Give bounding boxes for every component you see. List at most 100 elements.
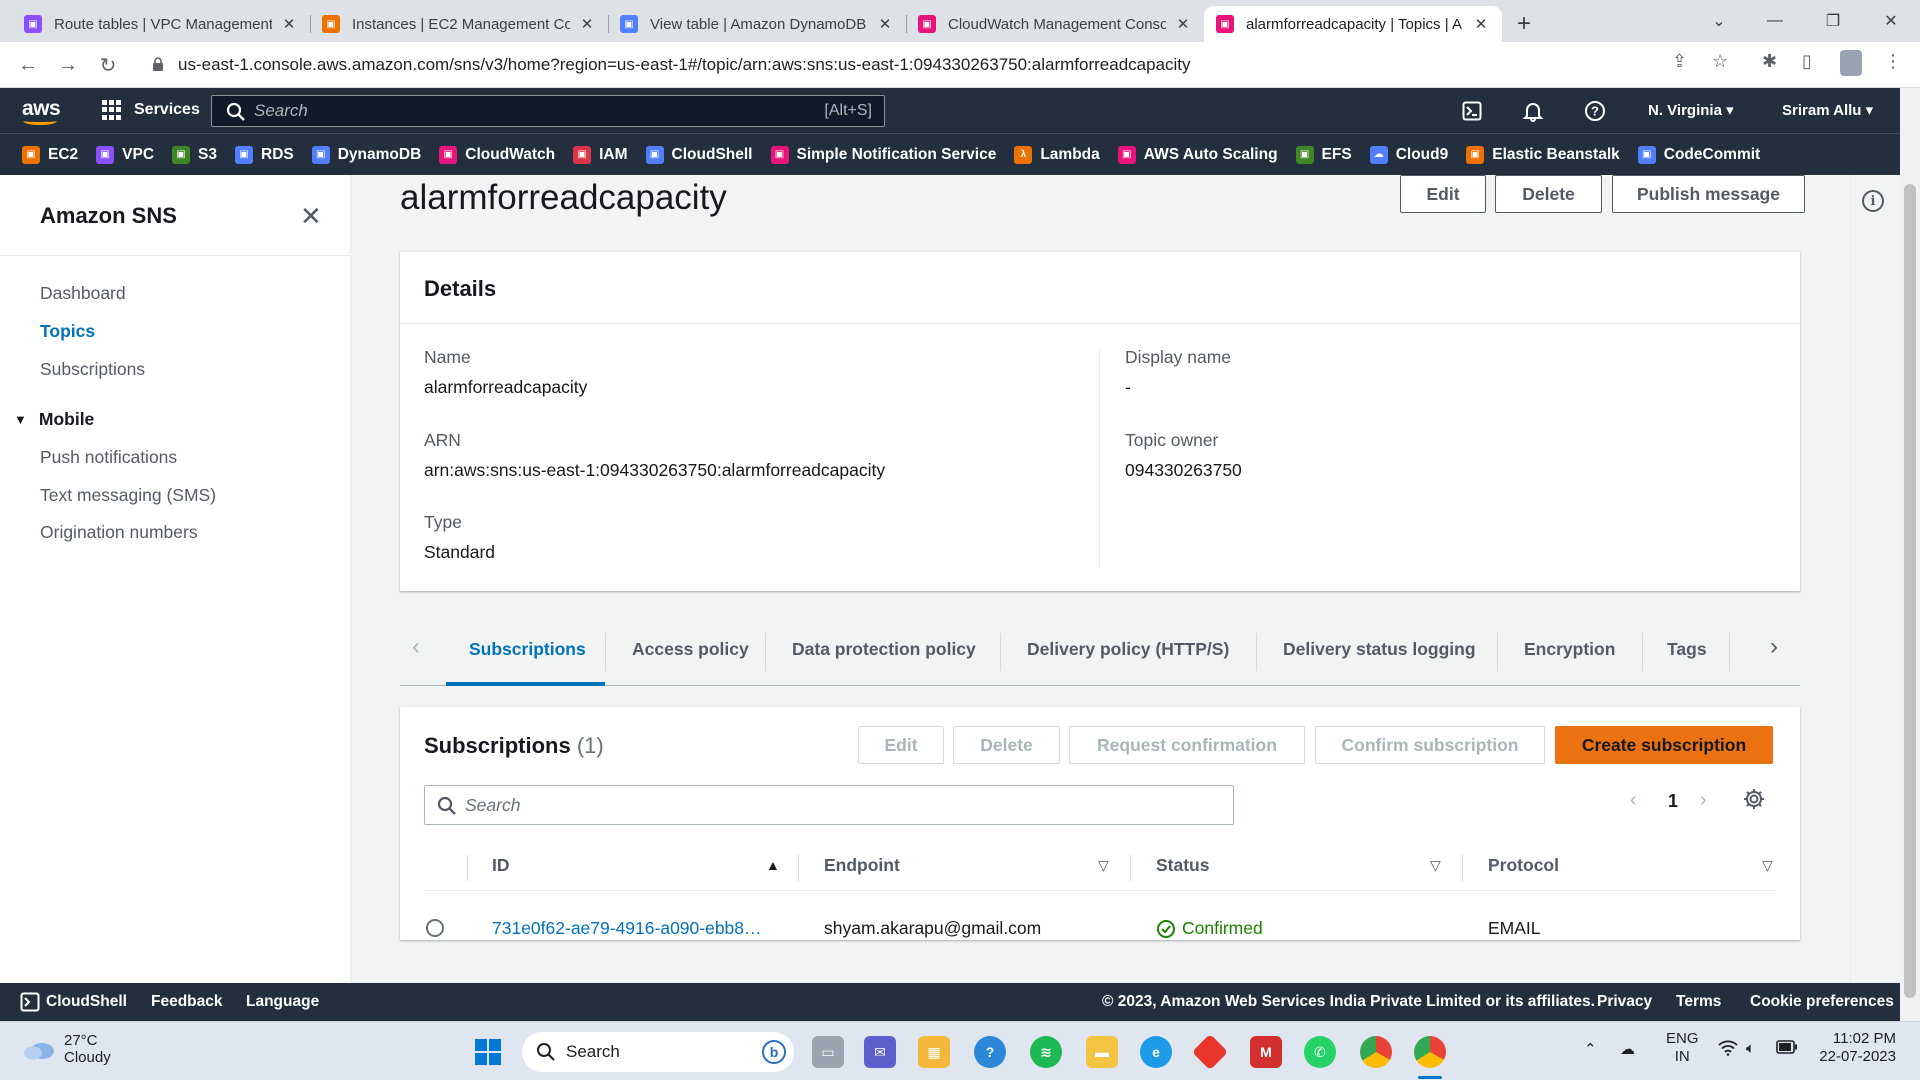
task-view-icon[interactable]: ▭ [812,1036,844,1068]
tab-data-protection-policy[interactable]: Data protection policy [792,639,976,660]
cloudshell-footer-icon[interactable] [20,992,40,1017]
file-explorer-icon[interactable]: ▬ [1086,1036,1118,1068]
tab-encryption[interactable]: Encryption [1524,639,1615,660]
page-scrollbar[interactable] [1900,88,1920,1021]
battery-icon[interactable] [1776,1040,1798,1058]
get-help-icon[interactable]: ? [974,1036,1006,1068]
weather-widget[interactable]: 27°C Cloudy [22,1032,111,1066]
footer-cookie-preferences-link[interactable]: Cookie preferences [1750,993,1894,1011]
notifications-bell-icon[interactable] [1520,98,1546,124]
browser-tab[interactable]: ▣ View table | Amazon DynamoDB ✕ [608,6,906,42]
help-icon[interactable]: ? [1582,98,1608,124]
row-select-radio[interactable] [426,919,444,937]
tab-delivery-status-logging[interactable]: Delivery status logging [1283,639,1476,660]
footer-terms-link[interactable]: Terms [1676,993,1721,1011]
sidebar-item-push-notifications[interactable]: Push notifications [40,447,177,468]
tab-search-icon[interactable]: ⌄ [1696,0,1742,42]
chrome-active-icon[interactable] [1414,1036,1446,1068]
sort-ascending-icon[interactable]: ▲ [766,857,780,873]
favorite-ec2[interactable]: ▣ EC2 [22,145,78,164]
extensions-icon[interactable]: ✱ [1762,51,1777,72]
sidebar-item-origination-numbers[interactable]: Origination numbers [40,522,198,543]
favorite-s3[interactable]: ▣ S3 [172,145,217,164]
edge-browser-icon[interactable]: e [1140,1036,1172,1068]
git-icon[interactable] [1191,1033,1229,1071]
mcafee-icon[interactable]: M [1250,1036,1282,1068]
sort-icon[interactable]: ▽ [1762,857,1773,874]
teams-chat-icon[interactable]: ✉ [864,1036,896,1068]
info-icon[interactable]: i [1862,190,1884,212]
aws-logo[interactable]: aws [22,97,61,125]
close-tab-icon[interactable]: ✕ [1174,15,1192,33]
previous-page-icon[interactable]: ‹ [1630,789,1637,812]
close-tab-icon[interactable]: ✕ [1472,15,1490,33]
forward-icon[interactable]: → [54,51,82,79]
favorite-codecommit[interactable]: ▣ CodeCommit [1637,145,1760,164]
sidebar-section-mobile[interactable]: ▼ Mobile [14,409,94,430]
new-tab-icon[interactable]: + [1506,6,1542,42]
favorite-efs[interactable]: ▣ EFS [1295,145,1352,164]
delete-topic-button[interactable]: Delete [1495,175,1602,213]
close-window-icon[interactable]: ✕ [1868,0,1914,42]
column-header-status[interactable]: Status [1156,855,1209,876]
show-hidden-icons-chevron-icon[interactable]: ⌃ [1584,1040,1597,1058]
favorite-elastic-beanstalk[interactable]: ▣ Elastic Beanstalk [1466,145,1620,164]
url-input[interactable]: us-east-1.console.aws.amazon.com/sns/v3/… [138,49,1728,81]
favorite-iam[interactable]: ▣ IAM [573,145,628,164]
favorite-vpc[interactable]: ▣ VPC [96,145,154,164]
maximize-icon[interactable]: ❐ [1810,0,1856,42]
footer-privacy-link[interactable]: Privacy [1597,993,1652,1011]
current-page-number[interactable]: 1 [1668,791,1678,812]
account-menu[interactable]: Sriram Allu ▾ [1782,101,1873,119]
favorite-dynamodb[interactable]: ▣ DynamoDB [311,145,421,164]
request-confirmation-button[interactable]: Request confirmation [1069,726,1305,764]
onedrive-cloud-icon[interactable]: ☁ [1620,1040,1635,1058]
side-panel-icon[interactable]: ▯ [1802,51,1812,72]
tabs-scroll-right-icon[interactable]: › [1770,633,1778,661]
sidebar-item-dashboard[interactable]: Dashboard [40,283,126,304]
scrollbar-thumb[interactable] [1904,184,1916,998]
tab-subscriptions[interactable]: Subscriptions [469,639,586,660]
minimize-icon[interactable]: — [1752,0,1798,42]
microsoft-store-icon[interactable]: ▦ [918,1036,950,1068]
favorite-cloudshell[interactable]: ▣ CloudShell [645,145,753,164]
sidebar-item-text-messaging[interactable]: Text messaging (SMS) [40,485,216,506]
wifi-icon[interactable] [1718,1040,1738,1060]
whatsapp-icon[interactable]: ✆ [1304,1036,1336,1068]
sort-icon[interactable]: ▽ [1430,857,1441,874]
browser-tab-active[interactable]: ▣ alarmforreadcapacity | Topics | A ✕ [1204,6,1502,42]
table-settings-gear-icon[interactable] [1742,787,1766,817]
sort-icon[interactable]: ▽ [1098,857,1109,874]
input-language[interactable]: ENG IN [1666,1030,1699,1066]
tab-delivery-policy[interactable]: Delivery policy (HTTP/S) [1027,639,1229,660]
footer-language-link[interactable]: Language [246,993,319,1011]
close-tab-icon[interactable]: ✕ [876,15,894,33]
confirm-subscription-button[interactable]: Confirm subscription [1315,726,1545,764]
browser-menu-icon[interactable]: ⋮ [1884,51,1902,72]
close-tab-icon[interactable]: ✕ [578,15,596,33]
chrome-icon[interactable] [1360,1036,1392,1068]
windows-start-icon[interactable] [472,1036,504,1068]
next-page-icon[interactable]: › [1700,789,1707,812]
create-subscription-button[interactable]: Create subscription [1555,726,1773,764]
close-sidebar-icon[interactable]: ✕ [300,203,322,229]
tabs-scroll-left-icon[interactable]: ‹ [412,633,420,661]
delete-subscription-button[interactable]: Delete [953,726,1060,764]
browser-tab[interactable]: ▣ Instances | EC2 Management Con ✕ [310,6,608,42]
publish-message-button[interactable]: Publish message [1612,175,1805,213]
services-menu-button[interactable]: Services [102,100,200,120]
subscriptions-search-input[interactable]: Search [424,785,1234,825]
favorite-auto-scaling[interactable]: ▣ AWS Auto Scaling [1117,145,1278,164]
favorite-rds[interactable]: ▣ RDS [235,145,294,164]
favorite-cloudwatch[interactable]: ▣ CloudWatch [439,145,555,164]
close-tab-icon[interactable]: ✕ [280,15,298,33]
taskbar-search-input[interactable]: Search b [522,1032,794,1072]
browser-tab[interactable]: ▣ Route tables | VPC Management ✕ [12,6,310,42]
spotify-icon[interactable]: ≋ [1030,1036,1062,1068]
column-header-endpoint[interactable]: Endpoint [824,855,900,876]
sidebar-title[interactable]: Amazon SNS [40,203,177,229]
region-selector[interactable]: N. Virginia ▾ [1648,101,1734,119]
clock[interactable]: 11:02 PM 22-07-2023 [1816,1030,1896,1066]
cloudshell-icon[interactable] [1459,98,1485,124]
profile-avatar[interactable] [1840,50,1862,76]
